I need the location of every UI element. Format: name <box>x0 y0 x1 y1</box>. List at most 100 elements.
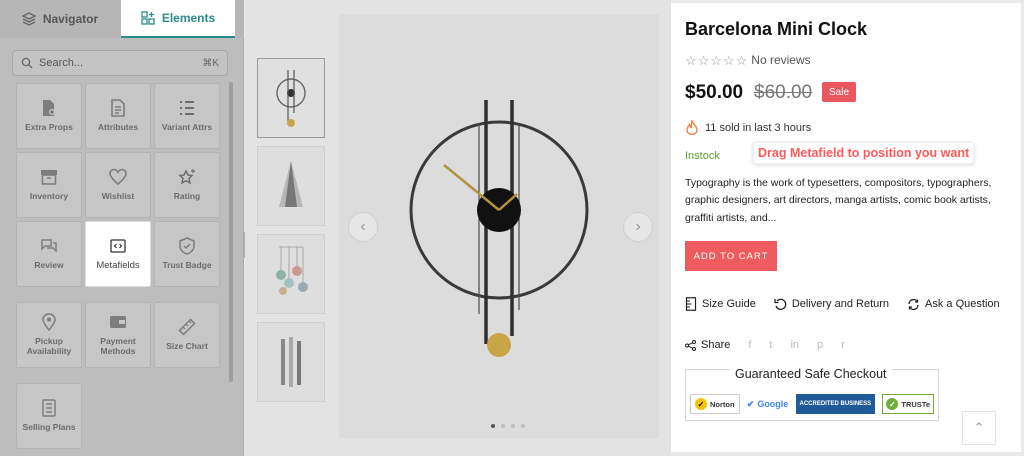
ruler-icon <box>178 318 196 336</box>
shield-check-icon <box>179 237 195 255</box>
document-list-icon <box>42 399 56 417</box>
star-sparkle-icon <box>178 169 195 185</box>
element-label: Extra Props <box>25 122 73 133</box>
wallet-icon <box>110 316 126 329</box>
element-wishlist[interactable]: Wishlist <box>85 152 151 218</box>
truste-label: TRUSTe <box>901 399 930 409</box>
pagination-dot[interactable] <box>491 424 495 428</box>
compare-at-price: $60.00 <box>754 82 813 103</box>
map-pin-icon <box>42 313 56 332</box>
element-label: Selling Plans <box>22 422 76 433</box>
back-to-top-button[interactable]: ⌃ <box>962 411 996 445</box>
clock-thumbnail[interactable] <box>257 58 325 138</box>
tab-elements[interactable]: Elements <box>121 0 235 38</box>
chat-icon <box>41 239 57 253</box>
flame-icon <box>686 120 698 135</box>
drag-metafield-hint: Drag Metafield to position you want <box>753 142 975 164</box>
pinterest-icon[interactable]: p <box>817 339 823 351</box>
gallery-prev-button[interactable]: ‹ <box>348 212 378 242</box>
element-label: Size Chart <box>166 341 208 352</box>
element-payment-methods[interactable]: Payment Methods <box>85 302 151 368</box>
element-trust-badge[interactable]: Trust Badge <box>154 221 220 287</box>
element-label: Review <box>34 260 64 271</box>
check-icon: ✓ <box>695 398 707 410</box>
element-label: Pickup Availability <box>26 336 72 356</box>
product-description: Typography is the work of typesetters, c… <box>685 177 992 224</box>
reviews-count: No reviews <box>751 53 811 67</box>
product-rating[interactable]: ☆ ☆ ☆ ☆ ☆ No reviews <box>685 53 811 67</box>
tab-navigator[interactable]: Navigator <box>0 0 120 38</box>
element-rating[interactable]: Rating <box>154 152 220 218</box>
twitter-icon[interactable]: t <box>769 339 772 351</box>
bbb-accredited-badge: ACCREDITED BUSINESS <box>795 394 876 414</box>
linkedin-icon[interactable]: in <box>790 339 799 351</box>
chevron-up-icon: ⌃ <box>973 420 985 435</box>
norton-badge: ✓ Norton <box>690 394 740 414</box>
search-input[interactable]: Search... ⌘K <box>12 50 228 76</box>
element-attributes[interactable]: Attributes <box>85 83 151 149</box>
return-arrow-icon <box>774 298 787 310</box>
pagination-dot[interactable] <box>511 424 515 428</box>
file-props-icon <box>43 100 55 117</box>
gallery-pagination <box>491 424 525 428</box>
share-icon <box>685 339 696 351</box>
element-extra-props[interactable]: Extra Props <box>16 83 82 149</box>
hanging-mobile-thumbnail[interactable] <box>257 234 325 314</box>
element-label: Trust Badge <box>162 260 212 271</box>
check-circle-icon: ✔ <box>746 398 755 409</box>
norton-label: Norton <box>710 399 735 409</box>
check-icon: ✓ <box>886 398 899 410</box>
sidebar-scrollbar[interactable] <box>229 82 233 382</box>
code-icon <box>110 238 126 253</box>
archive-icon <box>41 170 57 185</box>
element-review[interactable]: Review <box>16 221 82 287</box>
element-inventory[interactable]: Inventory <box>16 152 82 218</box>
grid-plus-icon <box>141 11 155 25</box>
star-outline-icon: ☆ <box>735 52 748 68</box>
safe-checkout-box: Guaranteed Safe Checkout ✓ Norton ✔ Goog… <box>685 367 939 421</box>
trust-badges: ✓ Norton ✔ Google ACCREDITED BUSINESS ✓ … <box>690 394 934 414</box>
product-links: Size Guide Delivery and Return Ask a Que… <box>685 297 1000 311</box>
element-label: Attributes <box>97 122 139 133</box>
star-outline-icon: ☆ <box>722 52 735 68</box>
truste-badge: ✓ TRUSTe <box>882 394 934 414</box>
google-label: Google <box>757 399 789 409</box>
chevron-right-icon: › <box>635 218 641 235</box>
sold-text: 11 sold in last 3 hours <box>705 121 812 134</box>
search-placeholder: Search... <box>39 57 84 69</box>
size-guide-label: Size Guide <box>702 298 756 310</box>
element-label: Payment Methods <box>100 336 136 356</box>
wall-bars-thumbnail[interactable] <box>257 322 325 402</box>
facebook-icon[interactable]: f <box>748 339 751 351</box>
star-outline-icon: ☆ <box>697 52 710 68</box>
star-outline-icon: ☆ <box>710 52 722 68</box>
ask-question-link[interactable]: Ask a Question <box>907 297 1000 311</box>
product-info-panel: Barcelona Mini Clock ☆ ☆ ☆ ☆ ☆ No review… <box>671 3 1021 452</box>
element-variant-attrs[interactable]: Variant Attrs <box>154 83 220 149</box>
add-to-cart-button[interactable]: ADD TO CART <box>685 241 777 271</box>
pagination-dot[interactable] <box>501 424 505 428</box>
reddit-icon[interactable]: r <box>841 339 845 351</box>
list-icon <box>180 101 194 116</box>
delivery-return-link[interactable]: Delivery and Return <box>774 297 889 311</box>
size-guide-link[interactable]: Size Guide <box>685 297 756 311</box>
element-metafields[interactable]: Metafields <box>85 221 151 287</box>
product-title: Barcelona Mini Clock <box>685 19 868 39</box>
sold-counter: 11 sold in last 3 hours <box>685 120 811 135</box>
element-size-chart[interactable]: Size Chart <box>154 302 220 368</box>
element-label: Metafields <box>96 259 140 271</box>
delivery-return-label: Delivery and Return <box>791 298 890 310</box>
element-pickup-availability[interactable]: Pickup Availability <box>16 302 82 368</box>
main-product-image[interactable] <box>339 14 659 438</box>
element-selling-plans[interactable]: Selling Plans <box>16 383 82 449</box>
gallery-next-button[interactable]: › <box>623 212 653 242</box>
ask-question-label: Ask a Question <box>925 298 1000 310</box>
star-outline-icon: ☆ <box>685 52 697 68</box>
search-shortcut: ⌘K <box>202 57 219 69</box>
pagination-dot[interactable] <box>521 424 525 428</box>
safe-checkout-title: Guaranteed Safe Checkout <box>730 367 892 381</box>
heart-icon <box>109 168 127 186</box>
product-gallery: ‹ › <box>245 0 671 456</box>
cone-lamp-thumbnail[interactable] <box>257 146 325 226</box>
builder-sidebar: Navigator Elements Search... ⌘K Extra Pr… <box>0 0 244 456</box>
